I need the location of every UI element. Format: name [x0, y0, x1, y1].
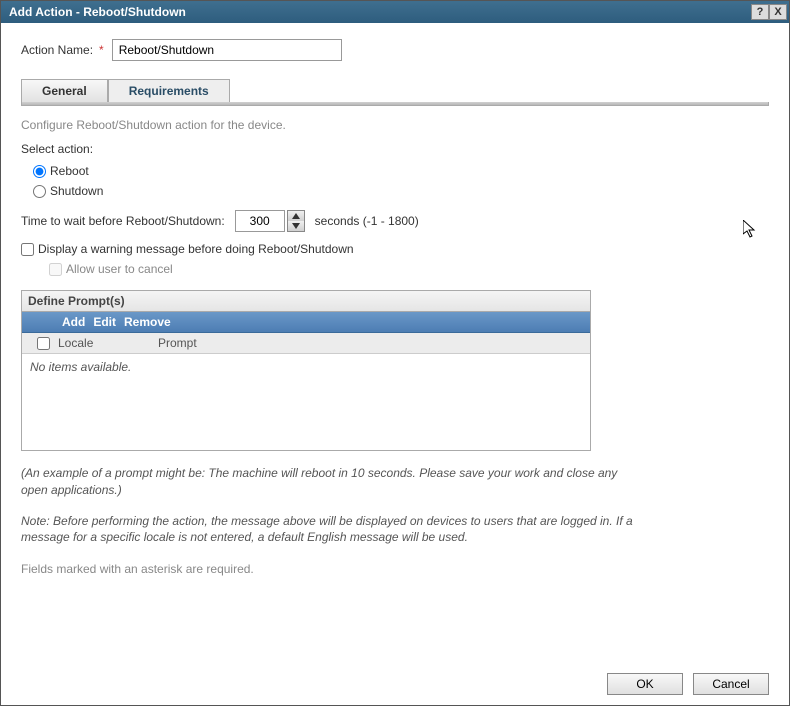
prompts-toolbar: Add Edit Remove: [22, 312, 590, 333]
prompt-example-text: (An example of a prompt might be: The ma…: [21, 465, 621, 499]
time-wait-input[interactable]: [235, 210, 285, 232]
window-title: Add Action - Reboot/Shutdown: [9, 5, 186, 19]
action-name-row: Action Name: *: [21, 39, 769, 61]
prompts-column-headers: Locale Prompt: [22, 333, 590, 354]
tab-requirements[interactable]: Requirements: [108, 79, 230, 102]
action-name-input[interactable]: [112, 39, 342, 61]
tab-bar: General Requirements: [21, 79, 769, 102]
prompt-note-text: Note: Before performing the action, the …: [21, 513, 641, 547]
prompts-col-locale: Locale: [58, 336, 158, 350]
spinner-down-button[interactable]: [288, 221, 304, 231]
prompts-empty-text: No items available.: [30, 360, 131, 374]
dialog-button-row: OK Cancel: [21, 653, 769, 695]
required-asterisk: *: [99, 43, 104, 57]
radio-reboot[interactable]: [33, 165, 46, 178]
dialog-window: Add Action - Reboot/Shutdown ? X Action …: [0, 0, 790, 706]
tab-underline: [21, 102, 769, 106]
prompts-body: No items available.: [22, 354, 590, 450]
dialog-content: Action Name: * General Requirements Conf…: [1, 23, 789, 705]
radio-reboot-row[interactable]: Reboot: [33, 164, 769, 178]
chevron-up-icon: [292, 213, 300, 219]
close-icon: X: [774, 7, 781, 18]
radio-reboot-label: Reboot: [50, 164, 89, 178]
display-warning-label: Display a warning message before doing R…: [38, 242, 354, 256]
select-action-label: Select action:: [21, 142, 769, 156]
chevron-down-icon: [292, 223, 300, 229]
display-warning-row[interactable]: Display a warning message before doing R…: [21, 242, 769, 256]
allow-cancel-row[interactable]: Allow user to cancel: [49, 262, 769, 276]
ok-button[interactable]: OK: [607, 673, 683, 695]
required-fields-note: Fields marked with an asterisk are requi…: [21, 562, 769, 576]
close-button[interactable]: X: [769, 4, 787, 20]
help-button[interactable]: ?: [751, 4, 769, 20]
prompts-edit-button[interactable]: Edit: [93, 315, 116, 329]
time-wait-spinner: [287, 210, 305, 232]
prompts-remove-button[interactable]: Remove: [124, 315, 171, 329]
help-icon: ?: [757, 7, 764, 18]
radio-shutdown-row[interactable]: Shutdown: [33, 184, 769, 198]
time-wait-label: Time to wait before Reboot/Shutdown:: [21, 214, 225, 228]
radio-shutdown-label: Shutdown: [50, 184, 103, 198]
allow-cancel-checkbox[interactable]: [49, 263, 62, 276]
prompts-select-all-checkbox[interactable]: [37, 337, 50, 350]
define-prompts-panel: Define Prompt(s) Add Edit Remove Locale …: [21, 290, 591, 451]
titlebar: Add Action - Reboot/Shutdown ? X: [1, 1, 789, 23]
prompts-col-prompt: Prompt: [158, 336, 584, 350]
prompts-add-button[interactable]: Add: [62, 315, 85, 329]
titlebar-buttons: ? X: [751, 4, 787, 20]
tab-general[interactable]: General: [21, 79, 108, 102]
action-name-label: Action Name:: [21, 43, 93, 57]
allow-cancel-label: Allow user to cancel: [66, 262, 173, 276]
cancel-button[interactable]: Cancel: [693, 673, 769, 695]
spinner-up-button[interactable]: [288, 211, 304, 221]
time-wait-row: Time to wait before Reboot/Shutdown: sec…: [21, 210, 769, 232]
tab-description: Configure Reboot/Shutdown action for the…: [21, 118, 769, 132]
prompts-select-all[interactable]: [28, 337, 58, 350]
time-wait-units: seconds (-1 - 1800): [315, 214, 419, 228]
define-prompts-header: Define Prompt(s): [22, 291, 590, 312]
radio-shutdown[interactable]: [33, 185, 46, 198]
display-warning-checkbox[interactable]: [21, 243, 34, 256]
